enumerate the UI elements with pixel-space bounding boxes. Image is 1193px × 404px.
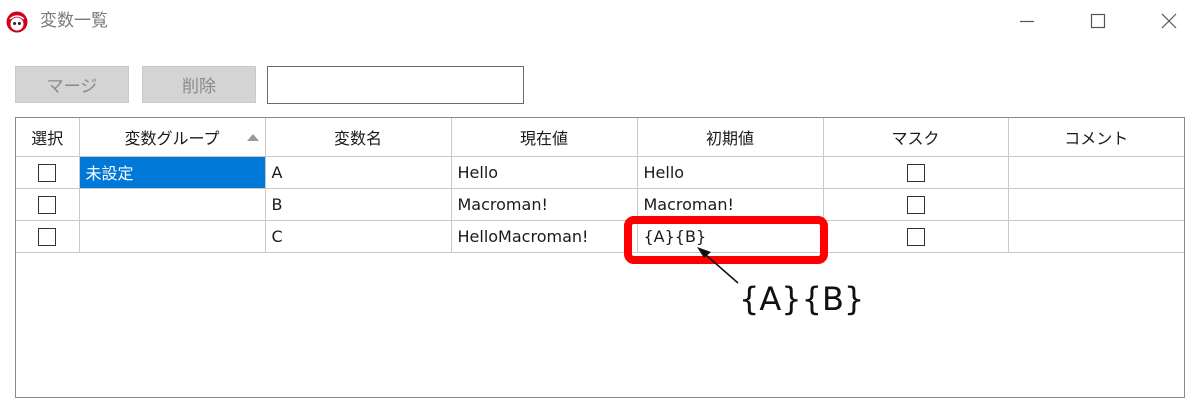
callout-arrow bbox=[697, 247, 739, 284]
callout-label: {A}{B} bbox=[739, 280, 865, 318]
